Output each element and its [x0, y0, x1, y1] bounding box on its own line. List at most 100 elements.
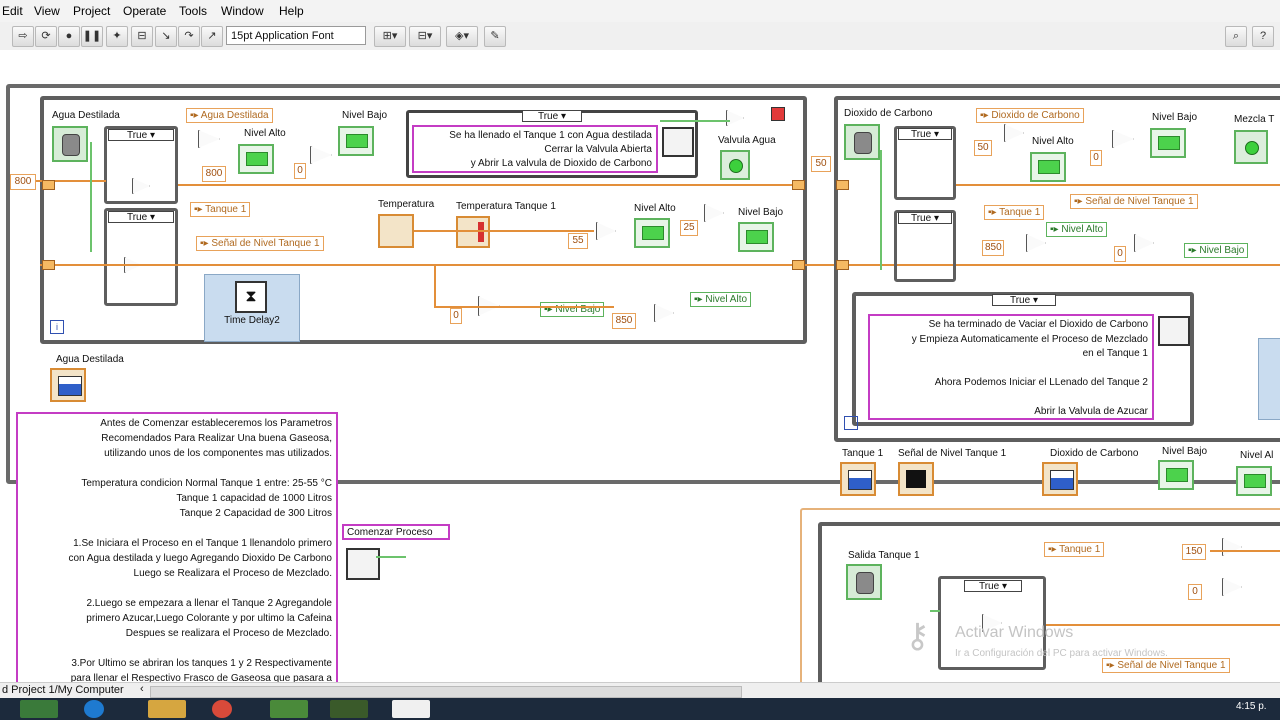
local-dioxido: ▪▸ Dioxido de Carbono — [976, 108, 1084, 123]
valvula-agua-led — [720, 150, 750, 180]
agua-destilada-switch[interactable] — [52, 126, 88, 162]
message-text: Se ha llenado el Tanque 1 con Agua desti… — [412, 125, 658, 173]
clean-up-icon[interactable]: ✎ — [484, 26, 506, 47]
numeric-0-r[interactable]: 0 — [1090, 150, 1102, 166]
skype-icon[interactable] — [84, 700, 104, 718]
local-tanque1-b: ▪▸ Tanque 1 — [1044, 542, 1105, 557]
project-path[interactable]: d Project 1/My Computer — [2, 684, 124, 696]
step-into-icon[interactable]: ↘ — [155, 26, 177, 47]
labview-icon[interactable] — [20, 700, 58, 718]
step-over-icon[interactable]: ↷ — [178, 26, 200, 47]
numeric-800[interactable]: 800 — [202, 166, 226, 182]
tanque1-label: Tanque 1 — [842, 448, 884, 459]
case-true-label: True — [126, 130, 148, 141]
reorder-icon[interactable]: ◈▾ — [446, 26, 478, 47]
menu-help[interactable]: Help — [279, 4, 304, 18]
app-icon[interactable] — [270, 700, 308, 718]
salida-switch[interactable] — [846, 564, 882, 600]
dialog-icon — [346, 548, 380, 580]
wire — [1046, 624, 1280, 626]
thermometer-indicator — [456, 216, 490, 248]
abort-icon[interactable]: ● — [58, 26, 80, 47]
toolbar: ⇨ ⟳ ● ❚❚ ✦ ⊟ ↘ ↷ ↗ 15pt Application Font… — [0, 22, 1280, 51]
local-label: Nivel Alto — [1061, 224, 1104, 235]
local-nivel-alto: ▪▸ Nivel Alto — [690, 292, 752, 307]
align-icon[interactable]: ⊞▾ — [374, 26, 406, 47]
local-senal: ▪▸ Señal de Nivel Tanque 1 — [196, 236, 324, 251]
case-selector-b1[interactable]: True ▾ — [964, 580, 1022, 592]
block-diagram-canvas[interactable]: Agua Destilada True ▾ True ▾ ▪▸ Agua Des… — [0, 50, 1280, 682]
case-selector-1[interactable]: True ▾ — [108, 129, 174, 141]
nivel-alto-r-indicator — [1030, 152, 1066, 182]
numeric-850[interactable]: 850 — [612, 313, 636, 329]
stop-icon[interactable] — [771, 107, 785, 121]
search-icon[interactable]: ⌕ — [1225, 26, 1247, 47]
case-selector-msg-r[interactable]: True ▾ — [992, 294, 1056, 306]
dioxido-switch[interactable] — [844, 124, 880, 160]
numeric-25[interactable]: 25 — [680, 220, 698, 236]
local-label: Señal de Nivel Tanque 1 — [1117, 660, 1226, 671]
wire — [930, 610, 940, 612]
shift-register-icon — [42, 260, 55, 270]
clock: 4:15 p. — [1236, 701, 1267, 712]
run-continuous-icon[interactable]: ⟳ — [35, 26, 57, 47]
app-icon[interactable] — [392, 700, 430, 718]
menu-tools[interactable]: Tools — [179, 4, 207, 18]
dialog-icon — [662, 127, 694, 157]
temperatura-gauge[interactable] — [378, 214, 414, 248]
case-selector-2[interactable]: True ▾ — [108, 211, 174, 223]
menu-edit[interactable]: Edit — [2, 4, 23, 18]
font-select[interactable]: 15pt Application Font — [226, 26, 366, 45]
numeric-150[interactable]: 150 — [1182, 544, 1206, 560]
time-delay-express-vi[interactable]: ⧗ Time Delay2 — [204, 274, 300, 342]
menu-view[interactable]: View — [34, 4, 60, 18]
senal-label: Señal de Nivel Tanque 1 — [898, 448, 1007, 459]
numeric-55[interactable]: 55 — [568, 233, 588, 249]
menu-project[interactable]: Project — [73, 4, 110, 18]
retain-wire-icon[interactable]: ⊟ — [131, 26, 153, 47]
step-out-icon[interactable]: ↗ — [201, 26, 223, 47]
case-selector-r1[interactable]: True ▾ — [898, 128, 952, 140]
loop-iteration-icon — [844, 416, 858, 430]
local-label: Tanque 1 — [1059, 544, 1101, 555]
case-true-label: True — [537, 111, 559, 122]
numeric-0-b[interactable]: 0 — [1188, 584, 1202, 600]
numeric-0b[interactable]: 0 — [450, 308, 462, 324]
temperatura-tanque1-label: Temperatura Tanque 1 — [456, 201, 556, 212]
numeric-0[interactable]: 0 — [294, 163, 306, 179]
message-text-r: Se ha terminado de Vaciar el Dioxido de … — [868, 314, 1154, 420]
case-selector-r2[interactable]: True ▾ — [898, 212, 952, 224]
distribute-icon[interactable]: ⊟▾ — [409, 26, 441, 47]
numeric-50[interactable]: 50 — [974, 140, 992, 156]
app-icon[interactable] — [330, 700, 368, 718]
menu-window[interactable]: Window — [221, 4, 264, 18]
local-agua-destilada: ▪▸ Agua Destilada — [186, 108, 273, 123]
dialog-icon — [1158, 316, 1190, 346]
horizontal-scrollbar[interactable] — [150, 686, 742, 698]
chrome-icon[interactable] — [212, 700, 232, 718]
dioxido-tank-indicator — [1042, 462, 1078, 496]
nivel-al-label: Nivel Al — [1240, 450, 1274, 461]
loop-iteration-icon: i — [50, 320, 64, 334]
folder-icon[interactable] — [148, 700, 186, 718]
numeric-0b-r[interactable]: 0 — [1114, 246, 1126, 262]
case-true-label: True — [910, 213, 932, 224]
case-selector-msg[interactable]: True ▾ — [522, 110, 582, 122]
run-arrow-icon[interactable]: ⇨ — [12, 26, 34, 47]
numeric-800-input[interactable]: 800 — [10, 174, 36, 190]
scroll-left-icon[interactable]: ‹ — [140, 683, 144, 695]
numeric-850-r[interactable]: 850 — [982, 240, 1004, 256]
time-delay-label: Time Delay2 — [224, 315, 280, 326]
nivel-alto2-indicator — [634, 218, 670, 248]
help-icon[interactable]: ? — [1252, 26, 1274, 47]
menu-operate[interactable]: Operate — [123, 4, 166, 18]
comment-text: Antes de Comenzar estableceremos los Par… — [16, 412, 338, 682]
key-icon: ⚷ — [905, 617, 930, 655]
watermark-title: Activar Windows — [955, 624, 1074, 641]
express-vi-partial[interactable] — [1258, 338, 1280, 420]
dioxido-ind-label: Dioxido de Carbono — [1050, 448, 1139, 459]
pause-icon[interactable]: ❚❚ — [81, 26, 103, 47]
numeric-50-input[interactable]: 50 — [811, 156, 831, 172]
highlight-icon[interactable]: ✦ — [106, 26, 128, 47]
watermark-text: Ir a Configuración del PC para activar W… — [955, 648, 1168, 659]
